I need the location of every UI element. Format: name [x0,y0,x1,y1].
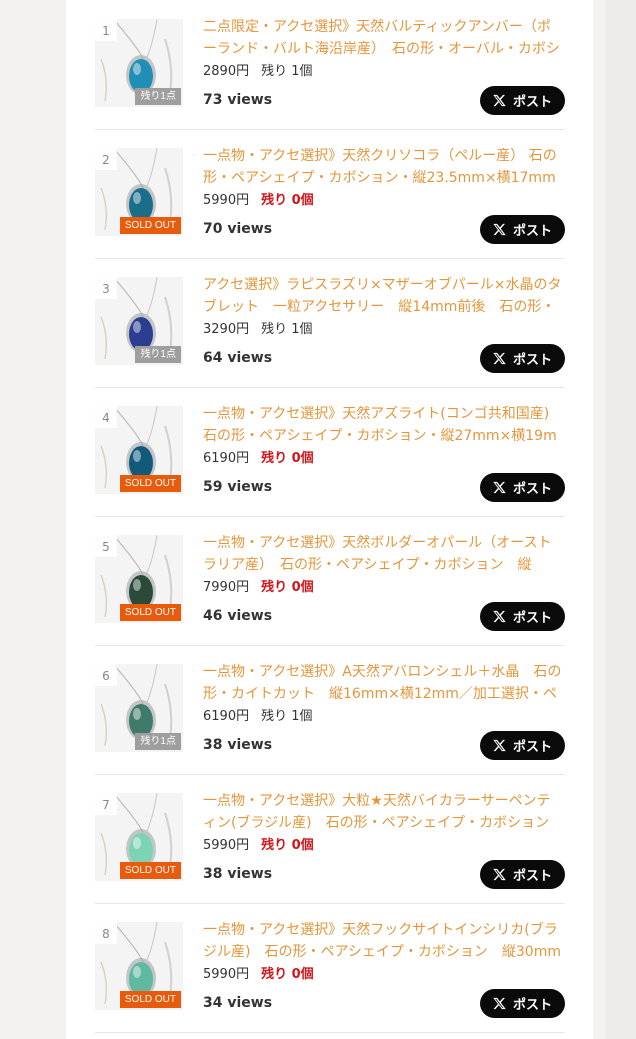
product-title-link[interactable]: 一点物・アクセ選択》天然ボルダーオパール（オーストラリア産） 石の形・ペアシェイ… [203,532,563,574]
view-count: 59 views [203,479,273,495]
rank-number: 4 [95,406,117,428]
status-badge: 残り1点 [135,346,181,363]
rank-number: 2 [95,148,117,170]
price: 3290円 [203,322,250,337]
post-label: ポスト [512,998,552,1013]
rank-number: 8 [95,922,117,944]
x-post-button[interactable]: ポスト [480,731,565,760]
view-count: 38 views [203,737,273,753]
status-badge: SOLD OUT [119,604,181,621]
rank-number: 7 [95,793,117,815]
x-post-button[interactable]: ポスト [480,215,565,244]
price: 7990円 [203,580,250,595]
status-badge: SOLD OUT [119,475,181,492]
x-logo-icon [493,352,506,365]
status-badge: 残り1点 [135,733,181,750]
price-row: 5990円 残り 0個 [203,837,314,855]
rank-number: 5 [95,535,117,557]
rank-number: 3 [95,277,117,299]
rank-number: 1 [95,19,117,41]
price-row: 5990円 残り 0個 [203,192,314,210]
list-item: 5 SOLD OUT 一点物・アクセ選択》天然ボルダーオパール（オーストラリア産… [95,516,565,646]
x-post-button[interactable]: ポスト [480,344,565,373]
view-count: 73 views [203,92,273,108]
price: 2890円 [203,64,250,79]
product-thumbnail[interactable]: 6 残り1点 [95,664,183,752]
product-title-link[interactable]: 一点物・アクセ選択》天然アズライト(コンゴ共和国産) 石の形・ペアシェイプ・カボ… [203,403,563,445]
list-item: 2 SOLD OUT 一点物・アクセ選択》天然クリソコラ（ペルー産） 石の形・ペ… [95,129,565,259]
view-count: 38 views [203,866,273,882]
price-row: 6190円 残り 1個 [203,708,313,726]
product-title-link[interactable]: 二点限定・アクセ選択》天然バルティックアンバー（ポーランド・バルト海沿岸産） 石… [203,16,563,58]
x-logo-icon [493,94,506,107]
post-label: ポスト [512,353,552,368]
product-thumbnail[interactable]: 2 SOLD OUT [95,148,183,236]
product-title-link[interactable]: 一点物・アクセ選択》大粒★天然バイカラーサーペンティン(ブラジル産) 石の形・ペ… [203,790,563,832]
list-item: 4 SOLD OUT 一点物・アクセ選択》天然アズライト(コンゴ共和国産) 石の… [95,387,565,517]
price-row: 3290円 残り 1個 [203,321,313,339]
x-logo-icon [493,868,506,881]
stock-count: 残り 1個 [261,322,313,337]
stock-count: 残り 1個 [261,64,313,79]
price-row: 5990円 残り 0個 [203,966,314,984]
list-item: 1 残り1点 二点限定・アクセ選択》天然バルティックアンバー（ポーランド・バルト… [95,0,565,130]
x-post-button[interactable]: ポスト [480,473,565,502]
post-label: ポスト [512,611,552,626]
product-title-link[interactable]: 一点物・アクセ選択》天然クリソコラ（ペルー産） 石の形・ペアシェイプ・カボション… [203,145,563,187]
list-item: 3 残り1点 アクセ選択》ラピスラズリ×マザーオブパール×水晶のタブレット 一粒… [95,258,565,388]
view-count: 46 views [203,608,273,624]
price: 5990円 [203,967,250,982]
product-title-link[interactable]: 一点物・アクセ選択》A天然アバロンシェル＋水晶 石の形・カイトカット 縦16mm… [203,661,563,703]
product-thumbnail[interactable]: 7 SOLD OUT [95,793,183,881]
product-title-link[interactable]: アクセ選択》ラピスラズリ×マザーオブパール×水晶のタブレット 一粒アクセサリー … [203,274,563,316]
post-label: ポスト [512,869,552,884]
x-post-button[interactable]: ポスト [480,86,565,115]
stock-count: 残り 0個 [261,193,314,208]
post-label: ポスト [512,740,552,755]
status-badge: SOLD OUT [119,862,181,879]
x-logo-icon [493,223,506,236]
stock-count: 残り 0個 [261,967,314,982]
product-thumbnail[interactable]: 1 残り1点 [95,19,183,107]
stock-count: 残り 0個 [261,451,314,466]
product-thumbnail[interactable]: 5 SOLD OUT [95,535,183,623]
x-logo-icon [493,997,506,1010]
status-badge: 残り1点 [135,88,181,105]
x-logo-icon [493,739,506,752]
post-label: ポスト [512,482,552,497]
price-row: 2890円 残り 1個 [203,63,313,81]
x-logo-icon [493,481,506,494]
stock-count: 残り 1個 [261,709,313,724]
x-post-button[interactable]: ポスト [480,989,565,1018]
status-badge: SOLD OUT [119,217,181,234]
list-item: 6 残り1点 一点物・アクセ選択》A天然アバロンシェル＋水晶 石の形・カイトカッ… [95,645,565,775]
view-count: 70 views [203,221,273,237]
page-margin [606,0,636,1039]
rank-number: 6 [95,664,117,686]
stock-count: 残り 0個 [261,580,314,595]
view-count: 34 views [203,995,273,1011]
price: 5990円 [203,193,250,208]
product-thumbnail[interactable]: 4 SOLD OUT [95,406,183,494]
post-label: ポスト [512,95,552,110]
x-post-button[interactable]: ポスト [480,602,565,631]
view-count: 64 views [203,350,273,366]
post-label: ポスト [512,224,552,239]
price-row: 7990円 残り 0個 [203,579,314,597]
x-logo-icon [493,610,506,623]
stock-count: 残り 0個 [261,838,314,853]
product-thumbnail[interactable]: 3 残り1点 [95,277,183,365]
price: 6190円 [203,709,250,724]
price: 6190円 [203,451,250,466]
list-item: 8 SOLD OUT 一点物・アクセ選択》天然フックサイトインシリカ(ブラジル産… [95,903,565,1033]
product-thumbnail[interactable]: 8 SOLD OUT [95,922,183,1010]
price: 5990円 [203,838,250,853]
list-item: 7 SOLD OUT 一点物・アクセ選択》大粒★天然バイカラーサーペンティン(ブ… [95,774,565,904]
product-title-link[interactable]: 一点物・アクセ選択》天然フックサイトインシリカ(ブラジル産) 石の形・ペアシェイ… [203,919,563,961]
x-post-button[interactable]: ポスト [480,860,565,889]
status-badge: SOLD OUT [119,991,181,1008]
price-row: 6190円 残り 0個 [203,450,314,468]
